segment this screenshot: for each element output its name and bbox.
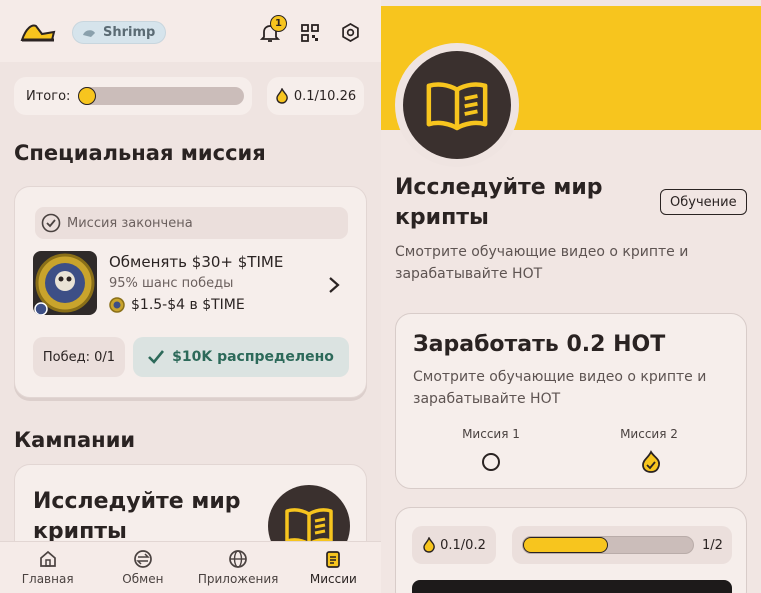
nav-exchange[interactable]: Обмен	[95, 542, 190, 593]
missions-list-panel: Shrimp 1 Итого: 0.1/10.26 Специальная ми…	[0, 0, 381, 593]
qr-code-icon[interactable]	[300, 23, 320, 43]
rank-badge[interactable]: Shrimp	[72, 21, 167, 44]
total-progress-fill	[78, 87, 97, 105]
bottom-nav: Главная Обмен Приложения Миссии	[0, 541, 381, 593]
mission-chance: 95% шанс победы	[109, 276, 234, 291]
top-bar: Shrimp 1	[0, 0, 381, 62]
hot-progress: 0.1/0.2	[412, 526, 496, 564]
special-mission-card[interactable]: Миссия закончена Обменять $30+ $TIME 95%…	[14, 186, 367, 398]
earn-description: Смотрите обучающие видео о крипте и зара…	[413, 369, 707, 407]
time-coin-icon	[109, 297, 125, 313]
campaign-avatar	[395, 43, 519, 167]
chevron-right-icon[interactable]	[327, 275, 341, 295]
checkmark-icon	[148, 350, 165, 364]
step-progress-bar	[522, 536, 694, 554]
distributed-badge: $10K распределено	[133, 337, 349, 377]
campaign-detail-panel: Исследуйте мир крипты Обучение Смотрите …	[381, 0, 761, 593]
check-circle-icon	[41, 213, 61, 233]
nav-exchange-label: Обмен	[122, 572, 164, 586]
hot-balance-value: 0.1/10.26	[293, 88, 357, 104]
mission-2-flame-check-icon[interactable]	[640, 450, 662, 474]
mission-1-label: Миссия 1	[462, 427, 520, 441]
detail-description: Смотрите обучающие видео о крипте и зара…	[395, 244, 689, 282]
book-icon-large	[403, 51, 511, 159]
progress-card: 0.1/0.2 1/2	[395, 507, 747, 593]
detail-title: Исследуйте мир крипты	[395, 175, 603, 230]
wins-counter: Побед: 0/1	[33, 337, 125, 377]
notification-badge: 1	[270, 15, 287, 32]
rank-label: Shrimp	[103, 25, 156, 40]
total-progress-card: Итого:	[14, 77, 252, 115]
campaign-title: Исследуйте мир крипты	[33, 489, 241, 544]
mission-status-label: Миссия закончена	[67, 215, 193, 231]
step-progress-value: 1/2	[702, 537, 723, 553]
video-preview[interactable]	[412, 580, 732, 593]
hot-balance-card[interactable]: 0.1/10.26	[267, 77, 364, 115]
distributed-label: $10K распределено	[172, 349, 334, 365]
screen: Shrimp 1 Итого: 0.1/10.26 Специальная ми…	[0, 0, 761, 593]
nav-home-label: Главная	[21, 572, 74, 586]
shrimp-icon	[83, 29, 95, 37]
total-label: Итого:	[26, 88, 71, 104]
step-progress: 1/2	[512, 526, 732, 564]
mission-1-empty-circle-icon[interactable]	[482, 453, 500, 471]
special-mission-heading: Специальная миссия	[14, 141, 266, 165]
nav-apps[interactable]: Приложения	[191, 542, 286, 593]
globe-icon	[229, 550, 247, 568]
mission-reward: $1.5-$4 в $TIME	[109, 297, 245, 313]
flame-icon	[423, 537, 435, 553]
total-progress-bar	[78, 87, 245, 105]
step-progress-fill	[523, 537, 608, 553]
earn-title: Заработать 0.2 HOT	[413, 332, 666, 357]
nav-missions-label: Миссии	[309, 572, 357, 586]
missions-icon	[326, 551, 341, 568]
mission-status: Миссия закончена	[35, 207, 348, 239]
hot-progress-value: 0.1/0.2	[440, 537, 486, 553]
earn-card: Заработать 0.2 HOT Смотрите обучающие ви…	[395, 313, 747, 489]
nav-apps-label: Приложения	[197, 572, 279, 586]
exchange-icon	[134, 550, 152, 568]
hot-logo-icon[interactable]	[20, 20, 56, 44]
campaigns-heading: Кампании	[14, 428, 136, 452]
nav-missions[interactable]: Миссии	[286, 542, 381, 593]
mission-reward-value: $1.5-$4 в $TIME	[131, 297, 245, 313]
time-token-logo	[33, 251, 97, 315]
category-tag: Обучение	[660, 189, 747, 215]
nav-home[interactable]: Главная	[0, 542, 95, 593]
flame-icon	[276, 88, 288, 104]
home-icon	[39, 550, 56, 567]
mission-2-label: Миссия 2	[620, 427, 678, 441]
settings-icon[interactable]	[340, 22, 361, 43]
mission-title: Обменять $30+ $TIME	[109, 253, 284, 271]
